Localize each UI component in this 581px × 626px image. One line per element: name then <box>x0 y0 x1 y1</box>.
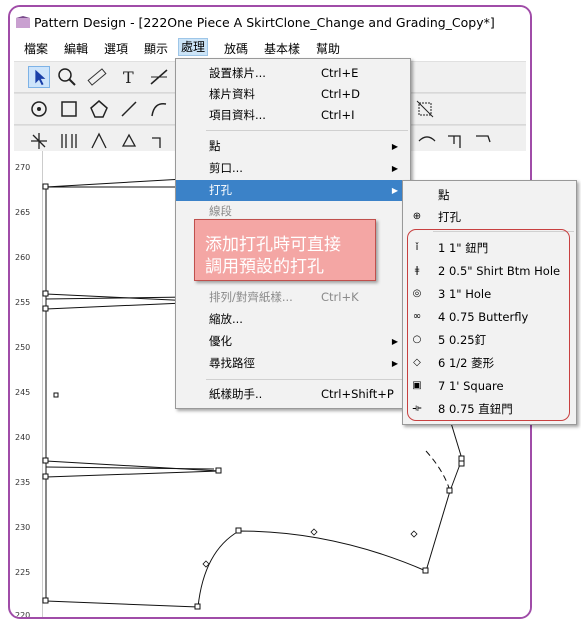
menu-file[interactable]: 檔案 <box>22 40 50 57</box>
menu-item-label: 樣片資料 <box>209 87 255 101</box>
polygon-icon[interactable] <box>88 98 110 120</box>
submenu-arrow-icon: ▶ <box>391 359 398 368</box>
menu-item-project-data[interactable]: 項目資料... Ctrl+I <box>176 105 410 126</box>
circle-plus-icon: ⊕ <box>412 211 422 222</box>
menu-item-drill[interactable]: 打孔 ▶ <box>176 180 410 201</box>
menu-item-label: 點 <box>209 139 221 153</box>
submenu-arrow-icon: ▶ <box>391 164 398 173</box>
text-tool-icon[interactable]: T <box>118 66 140 88</box>
menu-help[interactable]: 幫助 <box>314 40 342 57</box>
menu-item-shortcut: Ctrl+D <box>321 87 360 101</box>
menu-item-shortcut: Ctrl+K <box>321 290 359 304</box>
annotation-callout: 添加打孔時可直接 調用預設的打孔 <box>194 219 376 281</box>
menu-item-arrange-align[interactable]: 排列/對齊紙樣... Ctrl+K <box>176 287 410 308</box>
svg-text:T: T <box>123 68 134 87</box>
rectangle-icon[interactable] <box>58 98 80 120</box>
menu-view[interactable]: 顯示 <box>142 40 170 57</box>
submenu-arrow-icon: ▶ <box>391 186 398 195</box>
menu-process[interactable]: 處理 <box>178 38 209 56</box>
menu-item-notch[interactable]: 剪口... ▶ <box>176 158 410 179</box>
menu-grading[interactable]: 放碼 <box>222 40 250 57</box>
menu-item-find-path[interactable]: 尋找路徑 ▶ <box>176 353 410 374</box>
grid-measure-icon[interactable] <box>414 98 436 120</box>
menu-item-piece-data[interactable]: 樣片資料 Ctrl+D <box>176 84 410 105</box>
curve-icon[interactable] <box>148 98 170 120</box>
menu-item-label: 設置樣片... <box>209 66 266 80</box>
menu-item-pattern-assistant[interactable]: 紙樣助手.. Ctrl+Shift+P <box>176 384 410 405</box>
menu-item-label: 尋找路徑 <box>209 356 255 370</box>
circle-point-icon[interactable] <box>28 98 50 120</box>
zoom-icon[interactable] <box>56 66 78 88</box>
menu-item-label: 優化 <box>209 334 232 348</box>
pleat-icon[interactable] <box>58 130 80 152</box>
window-title: Pattern Design - [222One Piece A SkirtCl… <box>34 15 495 30</box>
menu-item-label: 項目資料... <box>209 108 266 122</box>
menu-item-shortcut: Ctrl+I <box>321 108 355 122</box>
dart-icon[interactable] <box>88 130 110 152</box>
select-arrow-icon[interactable] <box>28 66 50 88</box>
menu-item-set-pieces[interactable]: 設置樣片... Ctrl+E <box>176 63 410 84</box>
menu-item-label: 縮放... <box>209 312 243 326</box>
menu-bar: 檔案 編輯 選項 顯示 處理 放碼 基本樣 幫助 <box>10 37 530 57</box>
submenu-item-drill[interactable]: ⊕ 打孔 <box>403 206 576 228</box>
line-icon[interactable] <box>118 98 140 120</box>
menu-separator <box>206 130 408 131</box>
submenu-arrow-icon: ▶ <box>391 142 398 151</box>
ruler-icon[interactable] <box>86 66 108 88</box>
hook-icon[interactable] <box>472 130 494 152</box>
menu-item-shortcut: Ctrl+Shift+P <box>321 387 394 401</box>
menu-item-scale[interactable]: 縮放... <box>176 309 410 330</box>
callout-line-2: 調用預設的打孔 <box>205 257 324 277</box>
submenu-item-label: 點 <box>438 188 450 202</box>
menu-edit[interactable]: 編輯 <box>62 40 90 57</box>
app-logo-icon <box>16 16 30 28</box>
menu-basic-pattern[interactable]: 基本樣 <box>262 40 302 57</box>
highlight-annotation-box <box>407 229 570 421</box>
notch-tool-icon[interactable] <box>148 130 170 152</box>
menu-item-point[interactable]: 點 ▶ <box>176 136 410 157</box>
menu-item-label: 排列/對齊紙樣... <box>209 290 293 304</box>
submenu-item-point[interactable]: 點 <box>403 184 576 206</box>
mirror-icon[interactable] <box>416 130 438 152</box>
menu-options[interactable]: 選項 <box>102 40 130 57</box>
submenu-arrow-icon: ▶ <box>391 337 398 346</box>
menu-item-label: 打孔 <box>209 183 232 197</box>
star-tool-icon[interactable] <box>28 130 50 152</box>
menu-separator <box>206 379 408 380</box>
rotate-icon[interactable] <box>118 130 140 152</box>
corner-icon[interactable] <box>444 130 466 152</box>
title-bar: Pattern Design - [222One Piece A SkirtCl… <box>10 7 530 37</box>
menu-item-label: 紙樣助手.. <box>209 387 263 401</box>
menu-item-optimize[interactable]: 優化 ▶ <box>176 331 410 352</box>
menu-item-label: 剪口... <box>209 161 243 175</box>
menu-item-shortcut: Ctrl+E <box>321 66 359 80</box>
cut-line-icon[interactable] <box>148 66 170 88</box>
submenu-item-label: 打孔 <box>438 210 461 224</box>
